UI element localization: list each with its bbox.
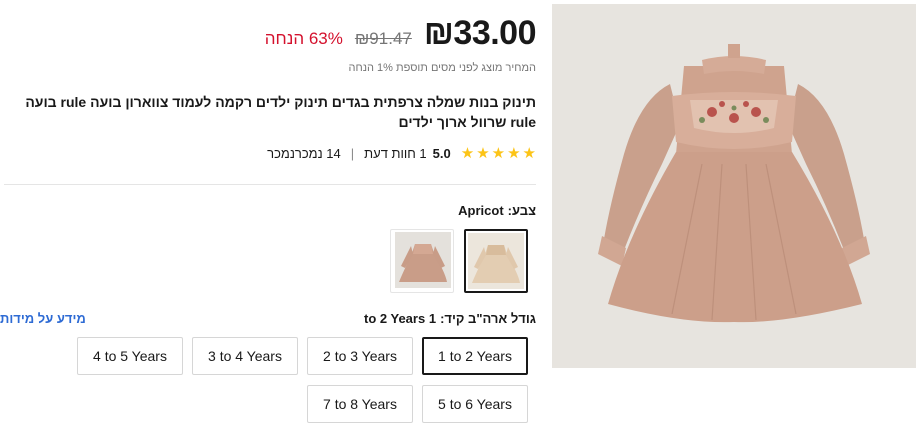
product-info-panel: ₪33.00 ₪91.47 63% הנחה המחיר מוצג לפני מ… bbox=[0, 0, 540, 432]
size-guide-link[interactable]: מידע על מידות bbox=[0, 311, 86, 326]
color-label-text: צבע: bbox=[507, 203, 536, 218]
swatch-pink-image bbox=[395, 232, 451, 288]
price-row: ₪33.00 ₪91.47 63% הנחה bbox=[264, 14, 537, 53]
size-option-1-to-2[interactable]: 1 to 2 Years bbox=[422, 337, 528, 375]
size-option-2-to-3[interactable]: 2 to 3 Years bbox=[307, 337, 413, 375]
current-price: ₪33.00 bbox=[423, 14, 537, 52]
star-icon: ★ bbox=[522, 145, 536, 162]
size-label-text: גודל ארה"ב קיד: bbox=[440, 311, 536, 326]
swatch-pink[interactable] bbox=[390, 229, 454, 293]
color-swatches bbox=[390, 229, 528, 293]
rating-value: 5.0 bbox=[432, 146, 451, 161]
swatch-apricot-image bbox=[468, 233, 524, 289]
rating-stars[interactable]: ★ ★ ★ ★ ★ bbox=[461, 146, 536, 161]
color-selected-value: Apricot bbox=[458, 203, 504, 218]
dress-image bbox=[552, 4, 916, 368]
size-row: גודל ארה"ב קיד: 1 to 2 Years מידע על מיד… bbox=[0, 311, 536, 326]
sold-count: 14 נמכרנמכר bbox=[267, 146, 341, 161]
size-option-3-to-4[interactable]: 3 to 4 Years bbox=[192, 337, 298, 375]
divider bbox=[4, 184, 536, 185]
product-title: תינוק בנות שמלה צרפתית בגדים תינוק ילדים… bbox=[25, 94, 536, 130]
tax-note: המחיר מוצג לפני מסים תוספת 1% הנחה bbox=[348, 62, 536, 74]
swatch-apricot[interactable] bbox=[464, 229, 528, 293]
product-main-image[interactable] bbox=[552, 4, 916, 368]
size-options: 1 to 2 Years 2 to 3 Years 3 to 4 Years 4… bbox=[68, 337, 528, 423]
rating-row: ★ ★ ★ ★ ★ 5.0 1 חוות דעת | 14 נמכרנמכר bbox=[267, 146, 536, 161]
original-price: ₪91.47 bbox=[354, 29, 412, 48]
star-icon: ★ bbox=[460, 145, 475, 162]
star-icon: ★ bbox=[491, 145, 506, 162]
separator: | bbox=[350, 146, 355, 161]
star-icon: ★ bbox=[476, 145, 490, 162]
size-option-7-to-8[interactable]: 7 to 8 Years bbox=[307, 385, 413, 423]
reviews-link[interactable]: 1 חוות דעת bbox=[364, 146, 427, 161]
size-label: גודל ארה"ב קיד: 1 to 2 Years bbox=[364, 311, 536, 326]
color-label: צבע: Apricot bbox=[458, 203, 536, 218]
discount-badge: 63% הנחה bbox=[264, 29, 343, 48]
size-option-5-to-6[interactable]: 5 to 6 Years bbox=[422, 385, 528, 423]
star-icon: ★ bbox=[507, 145, 521, 162]
size-option-4-to-5[interactable]: 4 to 5 Years bbox=[77, 337, 183, 375]
size-selected-value: 1 to 2 Years bbox=[364, 311, 437, 326]
